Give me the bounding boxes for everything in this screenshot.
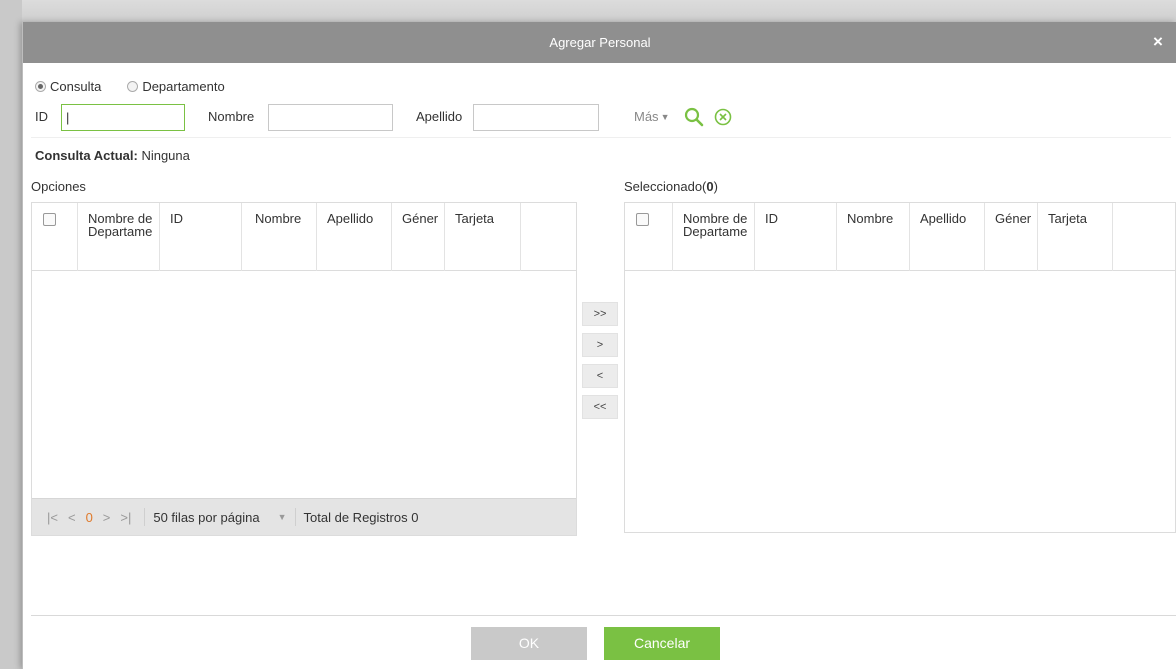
- options-grid: Nombre de Departame ID Nombre Apellido G…: [31, 202, 577, 536]
- pager-divider: [144, 508, 146, 526]
- nombre-label: Nombre: [208, 109, 255, 124]
- selected-count: 0: [706, 179, 714, 194]
- next-page-button[interactable]: >: [103, 510, 111, 525]
- clear-circle-icon[interactable]: [712, 106, 734, 128]
- select-all-cell: [32, 203, 78, 271]
- cancel-button[interactable]: Cancelar: [604, 627, 720, 660]
- current-query-value: Ninguna: [141, 148, 190, 163]
- last-page-button[interactable]: >|: [120, 510, 131, 525]
- radio-consulta-label: Consulta: [50, 78, 102, 94]
- footer-divider: [31, 615, 1176, 616]
- move-right-button[interactable]: >: [582, 333, 618, 357]
- options-grid-header: Nombre de Departame ID Nombre Apellido G…: [32, 203, 576, 271]
- selected-label: Seleccionado(0): [624, 179, 718, 194]
- ok-button[interactable]: OK: [471, 627, 587, 660]
- select-all-cell: [625, 203, 673, 271]
- radio-departamento-label: Departamento: [142, 78, 225, 94]
- column-header[interactable]: Tarjeta: [445, 203, 521, 271]
- column-header[interactable]: ID: [755, 203, 837, 271]
- current-query: Consulta Actual: Ninguna: [35, 148, 190, 163]
- column-header[interactable]: Nombre de Departame: [673, 203, 755, 271]
- column-header[interactable]: Apellido: [910, 203, 985, 271]
- select-all-checkbox[interactable]: [43, 213, 56, 226]
- rows-per-page-select[interactable]: 50 filas por página: [153, 510, 259, 525]
- select-all-checkbox[interactable]: [636, 213, 649, 226]
- apellido-input[interactable]: [473, 104, 599, 131]
- pagination-bar: |< < 0 > >| 50 filas por página ▼ Total …: [32, 498, 576, 535]
- pager-divider: [294, 508, 296, 526]
- selected-grid: Nombre de Departame ID Nombre Apellido G…: [624, 202, 1176, 533]
- column-header[interactable]: Nombre: [242, 203, 317, 271]
- caret-down-icon: ▼: [660, 112, 670, 122]
- column-header[interactable]: Géner: [985, 203, 1038, 271]
- background-app-left: [0, 0, 22, 669]
- add-personnel-dialog: Agregar Personal × Consulta Departamento…: [22, 22, 1176, 669]
- move-all-right-button[interactable]: >>: [582, 302, 618, 326]
- background-app: [0, 0, 1176, 22]
- selected-grid-header: Nombre de Departame ID Nombre Apellido G…: [625, 203, 1175, 271]
- id-label: ID: [35, 109, 48, 124]
- dialog-title: Agregar Personal: [549, 35, 651, 50]
- column-header[interactable]: Tarjeta: [1038, 203, 1113, 271]
- first-page-button[interactable]: |<: [47, 510, 58, 525]
- id-input[interactable]: |: [61, 104, 185, 131]
- current-query-label: Consulta Actual:: [35, 148, 138, 163]
- move-all-left-button[interactable]: <<: [582, 395, 618, 419]
- divider: [31, 137, 1171, 138]
- more-filters-toggle[interactable]: Más ▼: [634, 109, 669, 124]
- column-header[interactable]: Nombre de Departame: [78, 203, 160, 271]
- options-label: Opciones: [31, 179, 86, 194]
- prev-page-button[interactable]: <: [68, 510, 76, 525]
- search-icon[interactable]: [683, 106, 705, 128]
- move-left-button[interactable]: <: [582, 364, 618, 388]
- apellido-label: Apellido: [416, 109, 463, 124]
- total-records: Total de Registros 0: [303, 509, 419, 525]
- current-page: 0: [85, 509, 93, 525]
- nombre-input[interactable]: [268, 104, 393, 131]
- column-header[interactable]: ID: [160, 203, 242, 271]
- dialog-titlebar: Agregar Personal ×: [23, 22, 1176, 63]
- column-header[interactable]: Apellido: [317, 203, 392, 271]
- selected-label-end: ): [713, 179, 718, 194]
- filter-row: ID | Nombre Apellido Más ▼: [31, 104, 1171, 132]
- column-header[interactable]: Nombre: [837, 203, 910, 271]
- radio-checked-icon: [35, 80, 46, 92]
- mode-selector: Consulta Departamento: [35, 78, 251, 94]
- rows-per-page-dropdown-icon[interactable]: ▼: [278, 512, 287, 522]
- radio-departamento[interactable]: Departamento: [127, 78, 225, 94]
- more-filters-label: Más: [634, 109, 659, 124]
- selected-label-text: Seleccionado(: [624, 179, 707, 194]
- radio-consulta[interactable]: Consulta: [35, 79, 101, 94]
- column-header[interactable]: Géner: [392, 203, 445, 271]
- radio-unchecked-icon: [127, 80, 139, 92]
- close-icon[interactable]: ×: [1149, 32, 1167, 52]
